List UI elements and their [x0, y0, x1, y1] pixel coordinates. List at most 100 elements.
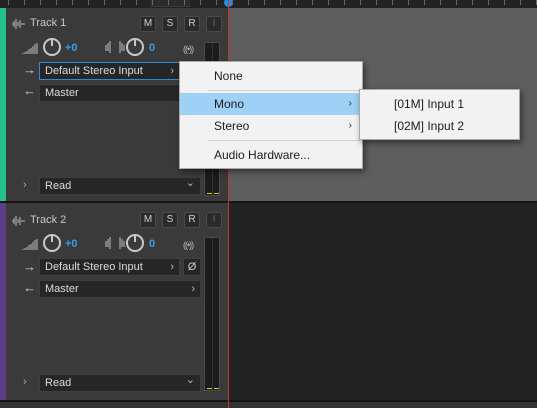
- volume-icon: [22, 239, 38, 250]
- menu-item-input-1[interactable]: [01M] Input 1: [360, 93, 519, 115]
- ruler-tick: [216, 0, 217, 5]
- volume-knob[interactable]: [43, 234, 61, 252]
- pan-value[interactable]: 0: [149, 42, 155, 54]
- menu-item-input-2[interactable]: [02M] Input 2: [360, 115, 519, 137]
- mono-inputs-submenu: [01M] Input 1 [02M] Input 2: [359, 89, 520, 140]
- ruler-tick: [520, 0, 521, 5]
- output-routing-label: Master: [45, 87, 79, 99]
- menu-item-label: [01M] Input 1: [394, 97, 465, 111]
- timeline-ruler[interactable]: [0, 0, 537, 8]
- chevron-right-icon: ›: [170, 261, 174, 273]
- output-arrow-icon: ←: [23, 280, 36, 295]
- submenu-arrow-icon: ›: [348, 98, 352, 109]
- input-routing-menu: None Mono › Stereo › Audio Hardware...: [179, 61, 363, 169]
- automation-mode-dropdown[interactable]: Read ⌄: [39, 177, 201, 195]
- ruler-tick: [312, 0, 313, 5]
- ruler-tick: [488, 0, 489, 5]
- menu-item-label: Mono: [214, 97, 245, 111]
- track-name[interactable]: Track 1: [30, 17, 66, 29]
- ruler-tick: [24, 0, 25, 5]
- ruler-tick: [344, 0, 345, 5]
- ruler-tick: [168, 0, 169, 5]
- menu-item-mono[interactable]: Mono ›: [180, 93, 362, 115]
- ruler-tick: [456, 0, 457, 5]
- ruler-tick: [504, 0, 505, 5]
- output-arrow-icon: ←: [23, 83, 36, 98]
- input-monitor-button[interactable]: I: [206, 212, 222, 228]
- ruler-tick: [8, 0, 9, 5]
- expand-icon[interactable]: ›: [23, 376, 27, 388]
- input-routing-dropdown[interactable]: Default Stereo Input ›: [39, 62, 180, 80]
- input-arrow-icon: →: [23, 259, 36, 274]
- volume-knob[interactable]: [43, 38, 61, 56]
- input-routing-dropdown[interactable]: Default Stereo Input ›: [39, 258, 180, 276]
- phase-invert-button[interactable]: Ø: [183, 258, 201, 276]
- ruler-tick: [104, 0, 105, 5]
- ruler-tick: [248, 0, 249, 5]
- record-arm-button[interactable]: R: [184, 212, 200, 228]
- volume-icon: [22, 43, 38, 54]
- next-track-edge: [0, 402, 537, 408]
- output-routing-dropdown[interactable]: Master: [39, 84, 180, 102]
- ruler-tick: [424, 0, 425, 5]
- ruler-tick: [232, 0, 233, 5]
- ruler-tick: [136, 0, 137, 5]
- solo-button[interactable]: S: [162, 16, 178, 32]
- submenu-arrow-icon: ›: [348, 120, 352, 131]
- track-2: Track 2 M S R I +0 0 ((•)) → Default Ste…: [0, 203, 537, 400]
- input-routing-label: Default Stereo Input: [45, 65, 143, 77]
- ruler-tick: [392, 0, 393, 5]
- input-routing-label: Default Stereo Input: [45, 261, 143, 273]
- mute-button[interactable]: M: [140, 16, 156, 32]
- pan-icon: [105, 41, 125, 53]
- volume-value[interactable]: +0: [65, 238, 78, 250]
- automation-mode-label: Read: [45, 377, 72, 389]
- menu-separator: [208, 140, 360, 141]
- solo-button[interactable]: S: [162, 212, 178, 228]
- ruler-tick: [264, 0, 265, 5]
- level-meter: [204, 237, 220, 391]
- ruler-tick: [72, 0, 73, 5]
- monitoring-icon[interactable]: ((•)): [183, 240, 194, 250]
- input-monitor-button[interactable]: I: [206, 16, 222, 32]
- pan-knob[interactable]: [126, 234, 144, 252]
- ruler-tick: [280, 0, 281, 5]
- ruler-tick: [328, 0, 329, 5]
- menu-item-label: Audio Hardware...: [214, 148, 311, 162]
- menu-item-label: [02M] Input 2: [394, 119, 465, 133]
- pan-icon: [105, 237, 125, 249]
- pan-value[interactable]: 0: [149, 238, 155, 250]
- menu-item-audio-hardware[interactable]: Audio Hardware...: [180, 144, 362, 166]
- chevron-down-icon: ⌄: [185, 177, 195, 189]
- mute-button[interactable]: M: [140, 212, 156, 228]
- input-arrow-icon: →: [23, 62, 36, 77]
- track-lane[interactable]: [229, 203, 537, 400]
- volume-value[interactable]: +0: [65, 42, 78, 54]
- ruler-tick: [376, 0, 377, 5]
- record-arm-button[interactable]: R: [184, 16, 200, 32]
- ruler-tick: [88, 0, 89, 5]
- track-header: Track 2 M S R I +0 0 ((•)) → Default Ste…: [6, 203, 228, 400]
- pan-knob[interactable]: [126, 38, 144, 56]
- automation-mode-label: Read: [45, 180, 72, 192]
- expand-icon[interactable]: ›: [23, 179, 27, 191]
- menu-item-stereo[interactable]: Stereo ›: [180, 115, 362, 137]
- waveform-icon: [12, 216, 25, 226]
- automation-mode-dropdown[interactable]: Read ⌄: [39, 374, 201, 392]
- menu-separator: [208, 90, 360, 91]
- menu-item-label: Stereo: [214, 119, 250, 133]
- waveform-icon: [12, 19, 25, 29]
- ruler-tick: [152, 0, 153, 5]
- monitoring-icon[interactable]: ((•)): [183, 44, 194, 54]
- track-name[interactable]: Track 2: [30, 214, 66, 226]
- menu-item-label: None: [214, 69, 243, 83]
- ruler-tick: [408, 0, 409, 5]
- ruler-tick: [360, 0, 361, 5]
- menu-item-none[interactable]: None: [180, 65, 362, 87]
- output-routing-label: Master: [45, 283, 79, 295]
- ruler-tick: [184, 0, 185, 5]
- ruler-tick: [40, 0, 41, 5]
- output-routing-dropdown[interactable]: Master ›: [39, 280, 201, 298]
- ruler-tick: [472, 0, 473, 5]
- ruler-tick: [200, 0, 201, 5]
